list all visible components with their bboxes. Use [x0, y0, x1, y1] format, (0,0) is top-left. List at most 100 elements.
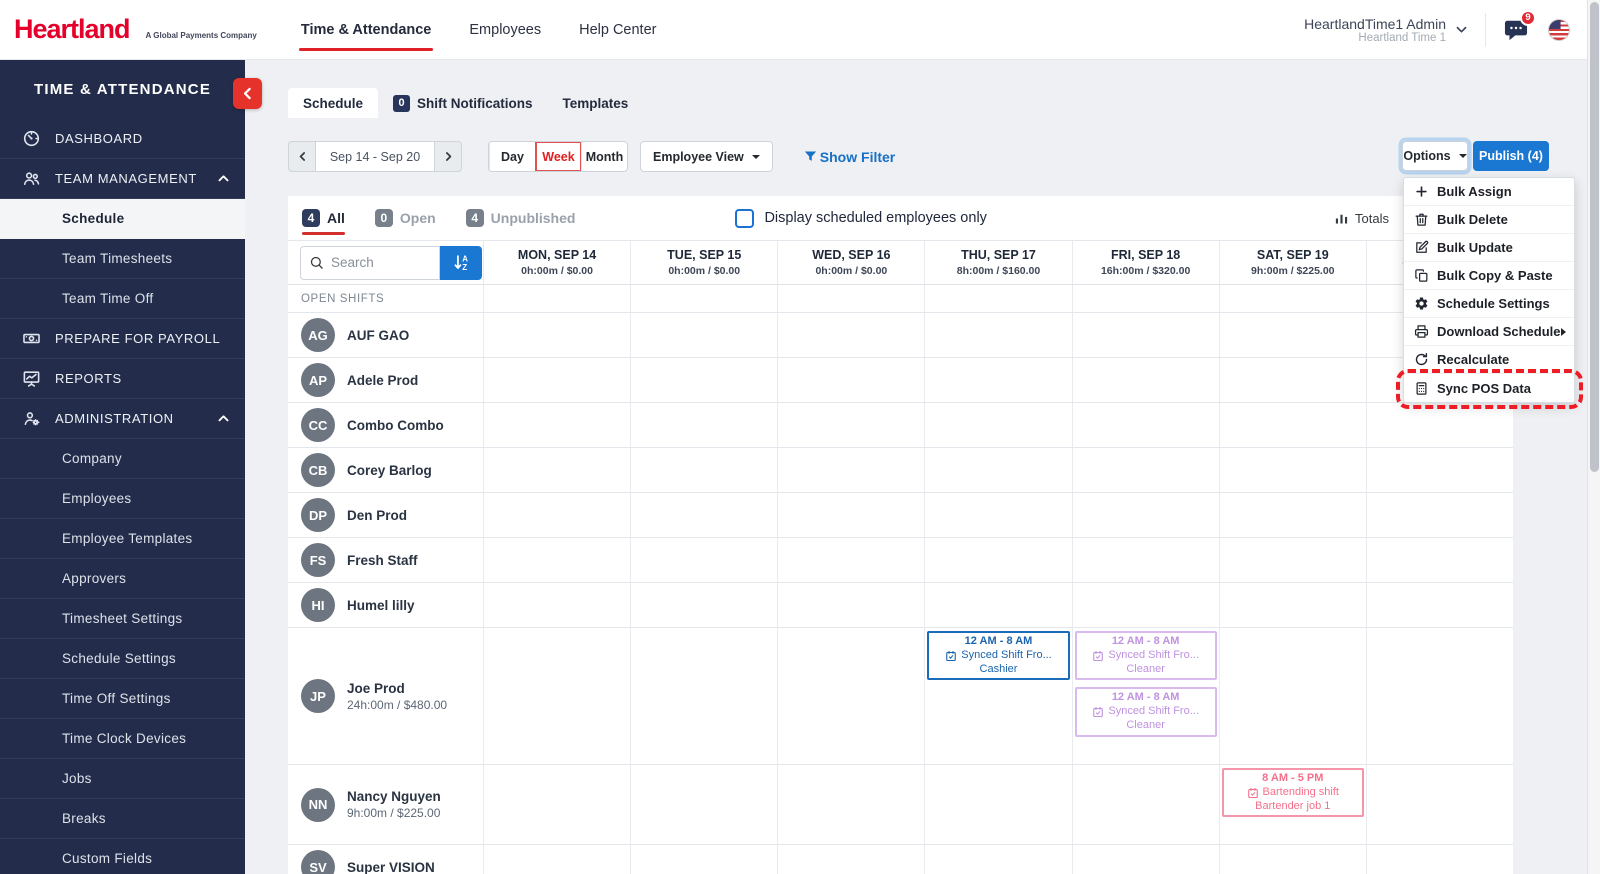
- shift-card[interactable]: 12 AM - 8 AM Synced Shift Fro... Cleaner: [1074, 631, 1217, 681]
- schedule-cell[interactable]: [483, 358, 630, 402]
- schedule-cell[interactable]: [777, 493, 924, 537]
- schedule-cell[interactable]: [1218, 358, 1366, 402]
- schedule-cell[interactable]: 12 AM - 8 AM Synced Shift Fro... Cleaner 12…: [1071, 628, 1219, 764]
- view-button[interactable]: Day: [489, 142, 535, 171]
- vertical-scrollbar[interactable]: [1587, 0, 1600, 874]
- schedule-cell[interactable]: [630, 285, 777, 312]
- schedule-cell[interactable]: [1071, 538, 1219, 582]
- sidebar-item[interactable]: Time Off Settings: [0, 679, 245, 719]
- top-nav-item[interactable]: Employees: [467, 18, 543, 42]
- schedule-cell[interactable]: 8 AM - 5 PM Bartending shift Bartender job…: [1218, 765, 1366, 844]
- sidebar-item[interactable]: Company: [0, 439, 245, 479]
- schedule-cell[interactable]: [630, 313, 777, 357]
- user-menu[interactable]: HeartlandTime1 Admin Heartland Time 1: [1304, 16, 1446, 44]
- schedule-cell[interactable]: [1365, 583, 1513, 627]
- menu-item[interactable]: Bulk Assign: [1404, 178, 1574, 206]
- schedule-cell[interactable]: [630, 448, 777, 492]
- schedule-cell[interactable]: [483, 845, 630, 874]
- sidebar-item[interactable]: TEAM MANAGEMENT: [0, 159, 245, 199]
- sidebar-item[interactable]: Team Time Off: [0, 279, 245, 319]
- sidebar-item[interactable]: Schedule: [0, 199, 245, 239]
- sidebar-item[interactable]: ADMINISTRATION: [0, 399, 245, 439]
- schedule-cell[interactable]: [924, 493, 1071, 537]
- schedule-cell[interactable]: [924, 285, 1071, 312]
- schedule-cell[interactable]: [1071, 845, 1219, 874]
- schedule-cell[interactable]: [630, 765, 777, 844]
- schedule-cell[interactable]: [777, 845, 924, 874]
- schedule-cell[interactable]: [1071, 765, 1219, 844]
- schedule-cell[interactable]: [483, 493, 630, 537]
- menu-item[interactable]: Sync POS Data: [1396, 369, 1583, 409]
- totals-toggle[interactable]: Totals: [1334, 196, 1389, 240]
- employee-view-dropdown[interactable]: Employee View: [640, 141, 773, 172]
- schedule-cell[interactable]: [1071, 403, 1219, 447]
- schedule-cell[interactable]: [1365, 448, 1513, 492]
- sidebar-item[interactable]: Schedule Settings: [0, 639, 245, 679]
- schedule-cell[interactable]: [1365, 628, 1513, 764]
- schedule-cell[interactable]: [1071, 285, 1219, 312]
- view-button[interactable]: Month: [581, 142, 627, 171]
- schedule-cell[interactable]: [924, 313, 1071, 357]
- schedule-cell[interactable]: [777, 313, 924, 357]
- menu-item[interactable]: Recalculate: [1404, 346, 1574, 374]
- schedule-cell[interactable]: [1071, 493, 1219, 537]
- schedule-cell[interactable]: [483, 538, 630, 582]
- show-filter-button[interactable]: Show Filter: [803, 149, 895, 165]
- schedule-cell[interactable]: [1071, 313, 1219, 357]
- top-nav-item[interactable]: Time & Attendance: [298, 18, 434, 51]
- prev-week-button[interactable]: [288, 141, 316, 172]
- schedule-cell[interactable]: [1365, 538, 1513, 582]
- sidebar-item[interactable]: PREPARE FOR PAYROLL: [0, 319, 245, 359]
- schedule-cell[interactable]: [777, 403, 924, 447]
- schedule-cell[interactable]: [483, 285, 630, 312]
- shift-card[interactable]: 12 AM - 8 AM Synced Shift Fro... Cleaner: [1074, 687, 1217, 737]
- schedule-cell[interactable]: [1218, 845, 1366, 874]
- display-scheduled-checkbox[interactable]: [735, 208, 755, 228]
- schedule-cell[interactable]: [1218, 285, 1366, 312]
- schedule-cell[interactable]: [1218, 493, 1366, 537]
- schedule-cell[interactable]: [924, 358, 1071, 402]
- sidebar-item[interactable]: REPORTS: [0, 359, 245, 399]
- schedule-cell[interactable]: [1365, 845, 1513, 874]
- schedule-cell[interactable]: [924, 845, 1071, 874]
- schedule-cell[interactable]: [483, 628, 630, 764]
- schedule-cell[interactable]: [777, 448, 924, 492]
- sidebar-item[interactable]: Employee Templates: [0, 519, 245, 559]
- sidebar-item[interactable]: Time Clock Devices: [0, 719, 245, 759]
- schedule-cell[interactable]: [483, 765, 630, 844]
- schedule-cell[interactable]: [924, 583, 1071, 627]
- schedule-cell[interactable]: [777, 358, 924, 402]
- publish-button[interactable]: Publish (4): [1473, 141, 1549, 171]
- schedule-cell[interactable]: [777, 765, 924, 844]
- schedule-cell[interactable]: [1071, 448, 1219, 492]
- shift-card[interactable]: 8 AM - 5 PM Bartending shift Bartender job…: [1221, 768, 1364, 818]
- chevron-down-icon[interactable]: [1454, 22, 1469, 37]
- schedule-cell[interactable]: [1218, 403, 1366, 447]
- schedule-cell[interactable]: [924, 403, 1071, 447]
- schedule-cell[interactable]: [483, 403, 630, 447]
- filter-tab[interactable]: 4 Unpublished: [465, 196, 575, 240]
- schedule-cell[interactable]: [924, 765, 1071, 844]
- date-range[interactable]: Sep 14 - Sep 20: [316, 141, 434, 172]
- schedule-cell[interactable]: [1218, 583, 1366, 627]
- schedule-cell[interactable]: [1365, 493, 1513, 537]
- schedule-cell[interactable]: [483, 583, 630, 627]
- sort-button[interactable]: AZ: [440, 245, 482, 280]
- schedule-cell[interactable]: [777, 285, 924, 312]
- sidebar-item[interactable]: Team Timesheets: [0, 239, 245, 279]
- sidebar-item[interactable]: DASHBOARD: [0, 119, 245, 159]
- schedule-cell[interactable]: [630, 403, 777, 447]
- menu-item[interactable]: Bulk Copy & Paste: [1404, 262, 1574, 290]
- schedule-cell[interactable]: [1365, 765, 1513, 844]
- sidebar-item[interactable]: Custom Fields: [0, 839, 245, 874]
- schedule-cell[interactable]: [1218, 448, 1366, 492]
- schedule-cell[interactable]: [1071, 583, 1219, 627]
- schedule-cell[interactable]: [483, 313, 630, 357]
- schedule-cell[interactable]: [1218, 313, 1366, 357]
- schedule-cell[interactable]: [630, 628, 777, 764]
- sidebar-item[interactable]: Breaks: [0, 799, 245, 839]
- schedule-cell[interactable]: [777, 583, 924, 627]
- sidebar-item[interactable]: Timesheet Settings: [0, 599, 245, 639]
- schedule-cell[interactable]: [630, 493, 777, 537]
- schedule-cell[interactable]: [630, 538, 777, 582]
